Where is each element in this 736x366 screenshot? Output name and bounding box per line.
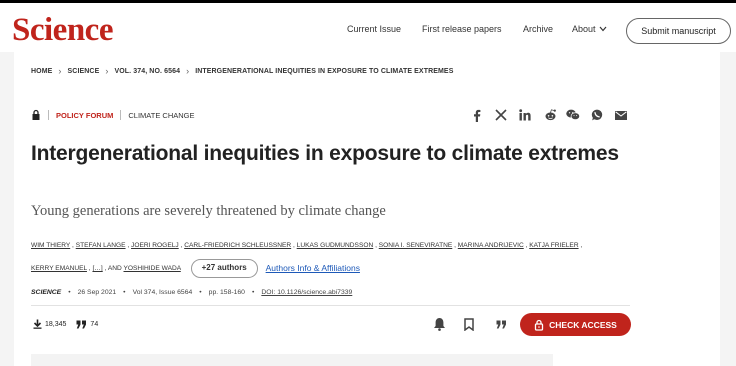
affiliations-link[interactable]: Authors Info & Affiliations <box>266 263 360 273</box>
cite-icon[interactable] <box>493 315 509 333</box>
more-authors-button[interactable]: +27 authors <box>190 258 258 278</box>
whatsapp-icon[interactable] <box>590 107 604 123</box>
article-metrics: 18,345 74 <box>33 319 98 329</box>
author-link[interactable]: LUKAS GUDMUNDSSON <box>297 242 374 249</box>
submit-manuscript-button[interactable]: Submit manuscript <box>626 18 731 44</box>
author-link[interactable]: CARL-FRIEDRICH SCHLEUSSNER <box>184 242 291 249</box>
linkedin-icon[interactable] <box>518 107 532 123</box>
author-link[interactable]: STEFAN LANGE <box>76 242 126 249</box>
quote-icon <box>76 320 87 328</box>
chevron-right-icon: › <box>105 66 109 76</box>
publication-info: SCIENCE • 26 Sep 2021 • Vol 374, Issue 6… <box>31 289 352 296</box>
science-logo[interactable]: Science <box>12 13 113 47</box>
citations-count: 74 <box>90 320 99 328</box>
chevron-right-icon: › <box>186 66 190 76</box>
volume-issue[interactable]: Vol 374, Issue 6564 <box>133 289 193 296</box>
breadcrumb-home[interactable]: HOME <box>31 68 52 75</box>
author-line-2: KERRY EMANUEL , […] , AND YOSHIHIDE WADA… <box>31 257 621 280</box>
nav-current-issue[interactable]: Current Issue <box>347 3 401 55</box>
views-count: 18,345 <box>45 320 67 328</box>
divider <box>48 110 49 120</box>
views-metric[interactable]: 18,345 <box>33 319 66 329</box>
wechat-icon[interactable] <box>566 107 580 123</box>
article-title: Intergenerational inequities in exposure… <box>31 142 619 165</box>
check-access-button[interactable]: CHECK ACCESS <box>520 313 631 336</box>
author-link[interactable]: KERRY EMANUEL <box>31 265 87 272</box>
separator-dot: • <box>68 289 71 296</box>
section-label[interactable]: POLICY FORUM <box>56 111 113 120</box>
author-link[interactable]: JOERI ROGELJ <box>131 242 179 249</box>
journal-name[interactable]: SCIENCE <box>31 289 61 296</box>
content-placeholder <box>31 354 553 366</box>
breadcrumb-article: INTERGENERATIONAL INEQUITIES IN EXPOSURE… <box>195 67 454 75</box>
separator-dot: • <box>251 289 255 296</box>
nav-first-release[interactable]: First release papers <box>422 3 502 55</box>
topic-label[interactable]: CLIMATE CHANGE <box>128 111 194 120</box>
divider <box>31 305 630 306</box>
bell-icon[interactable] <box>431 315 447 333</box>
chevron-right-icon: › <box>58 66 62 76</box>
article-subtitle: Young generations are severely threatene… <box>31 203 386 219</box>
author-link[interactable]: YOSHIHIDE WADA <box>124 265 181 272</box>
separator-dot: • <box>199 289 202 296</box>
lock-icon <box>32 109 40 120</box>
breadcrumb: HOME › SCIENCE › VOL. 374, NO. 6564 › IN… <box>31 64 453 78</box>
nav-archive[interactable]: Archive <box>523 3 553 55</box>
email-icon[interactable] <box>614 107 628 123</box>
show-all-authors[interactable]: […] <box>92 265 102 272</box>
bookmark-icon[interactable] <box>461 315 477 333</box>
doi-link[interactable]: DOI: 10.1126/science.abi7339 <box>261 289 352 296</box>
author-line-1: WIM THIERY , STEFAN LANGE , JOERI ROGELJ… <box>31 242 583 249</box>
facebook-icon[interactable] <box>470 107 484 123</box>
publication-date: 26 Sep 2021 <box>77 289 117 296</box>
author-list: WIM THIERY , STEFAN LANGE , JOERI ROGELJ… <box>31 235 621 280</box>
divider <box>120 110 122 120</box>
page-range: pp. 158-160 <box>208 289 245 296</box>
article-meta: POLICY FORUM CLIMATE CHANGE <box>31 108 195 122</box>
author-link[interactable]: WIM THIERY <box>31 242 70 249</box>
author-link[interactable]: SONIA I. SENEVIRATNE <box>379 242 453 249</box>
download-icon <box>33 319 42 329</box>
reddit-icon[interactable] <box>543 107 557 123</box>
breadcrumb-volume[interactable]: VOL. 374, NO. 6564 <box>114 68 180 75</box>
x-icon[interactable] <box>494 107 508 123</box>
author-link[interactable]: MARINA ANDRIJEVIC <box>458 242 524 249</box>
breadcrumb-science[interactable]: SCIENCE <box>68 68 100 75</box>
lock-icon <box>534 319 544 331</box>
and-text: AND <box>107 264 122 272</box>
nav-about[interactable]: About <box>572 3 607 55</box>
top-navbar: Science Current Issue First release pape… <box>0 0 736 52</box>
separator-dot: • <box>123 289 126 296</box>
chevron-down-icon <box>599 26 606 32</box>
author-link[interactable]: KATJA FRIELER <box>529 242 578 249</box>
citations-metric[interactable]: 74 <box>76 320 98 329</box>
